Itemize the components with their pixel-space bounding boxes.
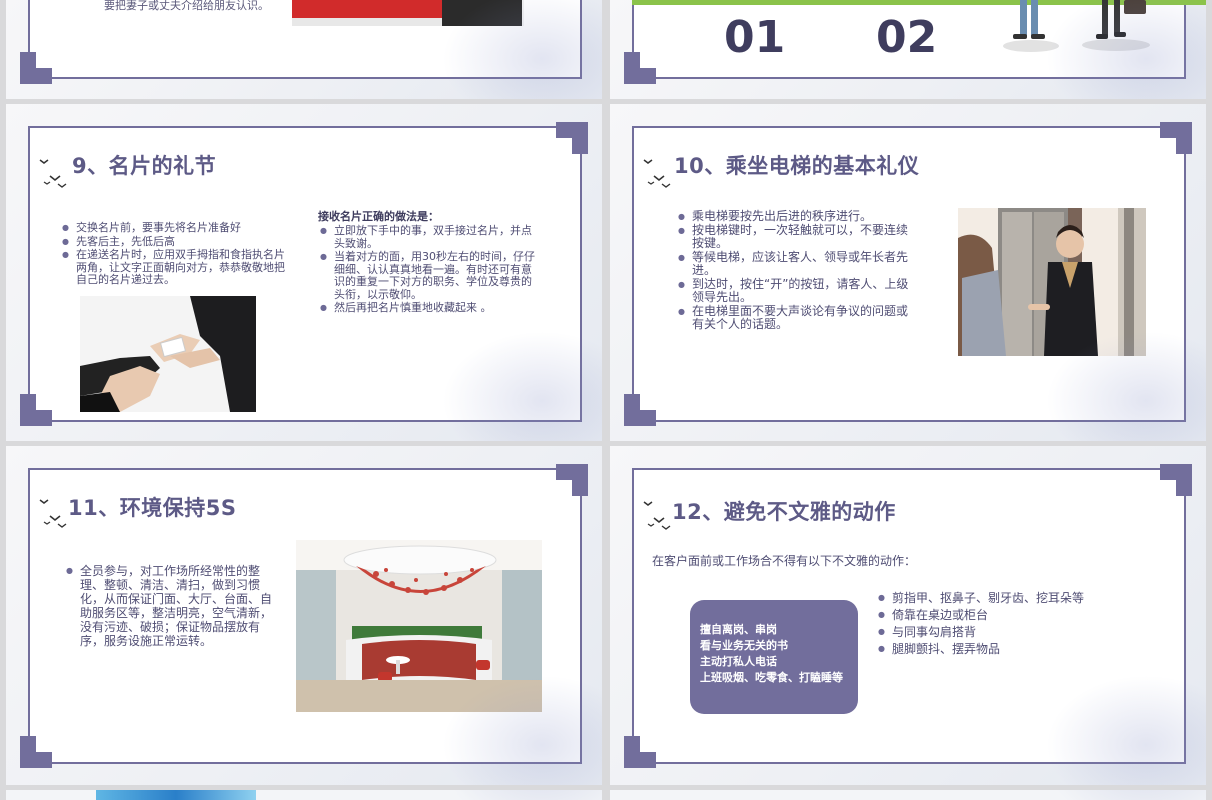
actions-box: 擅自离岗、串岗 看与业务无关的书 主动打私人电话 上班吸烟、吃零食、打瞌睡等 — [690, 600, 858, 714]
list-item: 然后再把名片慎重地收藏起来 。 — [318, 301, 538, 315]
list-item: 倚靠在桌边或柜台 — [876, 607, 1126, 623]
list-item: 全员参与，对工作场所经常性的整理、整顿、清洁、清扫，做到习惯化，从而保证门面、大… — [64, 564, 280, 648]
corner-decoration — [556, 464, 588, 496]
bullet-list: 交换名片前，要事先将名片准备好 先客后主，先低后高 在递送名片时，应用双手拇指和… — [60, 221, 290, 288]
corner-decoration — [20, 394, 52, 426]
bullet-list: 剪指甲、抠鼻子、剔牙齿、挖耳朵等 倚靠在桌边或柜台 与同事勾肩搭背 腿脚颤抖、摆… — [876, 590, 1126, 658]
corner-decoration — [20, 52, 52, 84]
list-item: 在递送名片时，应用双手拇指和食指执名片两角，让文字正面朝向对方，恭恭敬敬地把自己… — [60, 248, 290, 287]
slide-business-card[interactable]: 9、名片的礼节 交换名片前，要事先将名片准备好 先客后主，先低后高 在递送名片时… — [6, 104, 602, 441]
box-line: 主动打私人电话 — [700, 655, 777, 668]
list-item: 交换名片前，要事先将名片准备好 — [60, 221, 290, 235]
number-01: 01 — [724, 12, 786, 63]
list-item: 立即放下手中的事，双手接过名片，并点头致谢。 — [318, 224, 538, 250]
corner-decoration — [556, 122, 588, 154]
slide-5s[interactable]: 11、环境保持5S 全员参与，对工作场所经常性的整理、整顿、清洁、清扫，做到习惯… — [6, 446, 602, 785]
right-column: 接收名片正确的做法是： 立即放下手中的事，双手接过名片，并点头致谢。 当着对方的… — [318, 208, 538, 316]
subheading: 接收名片正确的做法是： — [318, 210, 439, 223]
list-item: 先客后主，先低后高 — [60, 235, 290, 249]
slide-bottom-right[interactable] — [610, 790, 1206, 800]
slide-title: 11、环境保持5S — [68, 496, 237, 520]
lobby-photo — [296, 540, 542, 712]
list-item: 到达时，按住“开”的按钮，请客人、上级领导先出。 — [676, 278, 916, 304]
corner-decoration — [1160, 122, 1192, 154]
list-item: 腿脚颤抖、摆弄物品 — [876, 641, 1126, 657]
list-item: 等候电梯，应该让客人、领导或年长者先进。 — [676, 251, 916, 277]
corner-decoration — [624, 736, 656, 768]
bullet-list: 全员参与，对工作场所经常性的整理、整顿、清洁、清扫，做到习惯化，从而保证门面、大… — [64, 564, 280, 649]
elevator-photo — [958, 208, 1146, 356]
corner-decoration — [20, 736, 52, 768]
slide-title: 10、乘坐电梯的基本礼仪 — [674, 154, 920, 178]
list-item: 当着对方的面，用30秒左右的时间，仔仔细细、认认真真地看一遍。有时还可有意识的重… — [318, 250, 538, 301]
slide-actions[interactable]: 12、避免不文雅的动作 在客户面前或工作场合不得有以下不文雅的动作： 擅自离岗、… — [610, 446, 1206, 785]
box-line: 上班吸烟、吃零食、打瞌睡等 — [700, 671, 843, 684]
watercolor-decoration — [96, 790, 256, 800]
corner-decoration — [624, 394, 656, 426]
bullet-list: 乘电梯要按先出后进的秩序进行。 按电梯键时，一次轻触就可以，不要连续按键。 等候… — [676, 210, 916, 332]
number-02: 02 — [876, 12, 938, 63]
list-item: 在电梯里面不要大声谈论有争议的问题或有关个人的话题。 — [676, 305, 916, 331]
slide-elevator[interactable]: 10、乘坐电梯的基本礼仪 乘电梯要按先出后进的秩序进行。 按电梯键时，一次轻触就… — [610, 104, 1206, 441]
corner-decoration — [1160, 464, 1192, 496]
birds-icon — [39, 159, 67, 188]
partial-text: 要把妻子或丈夫介绍给朋友认识。 — [104, 0, 269, 12]
list-item: 按电梯键时，一次轻触就可以，不要连续按键。 — [676, 224, 916, 250]
intro-text: 在客户面前或工作场合不得有以下不文雅的动作： — [652, 554, 917, 568]
box-line: 看与业务无关的书 — [700, 639, 788, 652]
business-card-photo — [80, 296, 256, 412]
box-line: 擅自离岗、串岗 — [700, 623, 777, 636]
partial-photo — [292, 0, 524, 26]
bullet-list: 立即放下手中的事，双手接过名片，并点头致谢。 当着对方的面，用30秒左右的时间，… — [318, 224, 538, 315]
walking-people-illustration — [1003, 0, 1150, 52]
corner-decoration — [624, 52, 656, 84]
slide-top-left[interactable]: 要把妻子或丈夫介绍给朋友认识。 — [6, 0, 602, 99]
slide-bottom-left[interactable] — [6, 790, 602, 800]
list-item: 与同事勾肩搭背 — [876, 624, 1126, 640]
slide-title: 12、避免不文雅的动作 — [672, 500, 896, 524]
list-item: 剪指甲、抠鼻子、剔牙齿、挖耳朵等 — [876, 590, 1126, 606]
slide-title: 9、名片的礼节 — [72, 154, 217, 178]
slide-top-right[interactable]: 01 02 — [610, 0, 1206, 99]
list-item: 乘电梯要按先出后进的秩序进行。 — [676, 210, 916, 224]
